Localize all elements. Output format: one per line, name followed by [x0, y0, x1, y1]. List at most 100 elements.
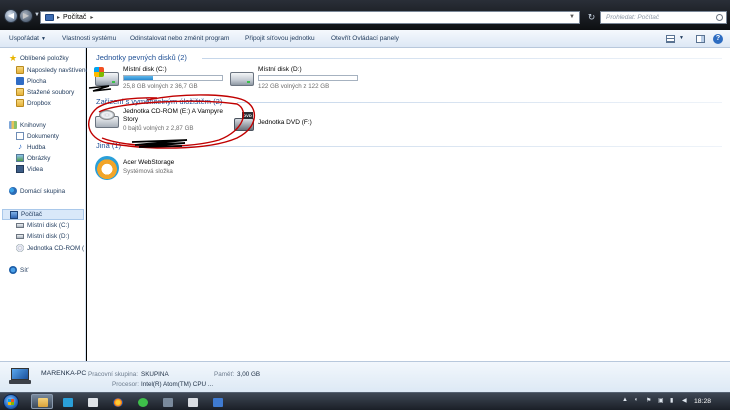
- content-pane: Jednotky pevných disků (2) Místní disk (…: [87, 48, 730, 361]
- computer-icon: [10, 210, 18, 219]
- monitor-base: [9, 380, 31, 384]
- refresh-icon[interactable]: ↻: [584, 11, 599, 24]
- taskbar-explorer-button[interactable]: [31, 394, 53, 409]
- memory-value: 3,00 GB: [237, 371, 261, 378]
- sidebar-item-downloads[interactable]: Stažené soubory: [16, 88, 74, 96]
- uninstall-program-button[interactable]: Odinstalovat nebo změnit program: [130, 35, 229, 42]
- search-placeholder: Prohledat: Počítač: [606, 14, 660, 21]
- sidebar-item-computer[interactable]: Počítač: [2, 209, 84, 220]
- sidebar-item-label: Plocha: [27, 77, 47, 85]
- address-bar: ◀ ▶ ▼ ▸ Počítač ▸ ▼ ↻ Prohledat: Počítač: [0, 0, 730, 30]
- sidebar-item-network[interactable]: Síť: [9, 266, 28, 274]
- sidebar-item-label: Místní disk (D:): [27, 233, 70, 240]
- taskbar-app-button[interactable]: [206, 394, 228, 409]
- sidebar-item-cdrom[interactable]: Jednotka CD-ROM (: [16, 244, 84, 252]
- sidebar-item-favorites[interactable]: ★ Oblíbené položky: [9, 53, 69, 63]
- computer-icon: [9, 368, 31, 384]
- sidebar-item-libraries[interactable]: Knihovny: [9, 121, 46, 129]
- device-icon[interactable]: ▣: [658, 397, 664, 404]
- sidebar-item-label: Domácí skupina: [20, 187, 66, 195]
- forward-button[interactable]: ▶: [19, 9, 33, 23]
- libraries-icon: [9, 121, 17, 129]
- taskbar-app-button[interactable]: [181, 394, 203, 409]
- sidebar-item-music[interactable]: ♪ Hudba: [16, 143, 46, 151]
- speaker-icon[interactable]: ◀: [682, 397, 687, 404]
- chat-icon: [138, 398, 148, 407]
- calculator-icon: [88, 398, 98, 407]
- star-icon: ★: [9, 53, 18, 63]
- organize-label: Uspořádat: [9, 35, 39, 42]
- dropbox-folder-icon: [16, 99, 24, 107]
- monitor-screen: [11, 368, 29, 380]
- videos-icon: [16, 165, 24, 173]
- cd-drive-icon: [16, 244, 24, 252]
- sidebar-item-local-disk-d[interactable]: Místní disk (D:): [16, 233, 69, 240]
- hard-drive-icon: [16, 234, 24, 239]
- desktop-icon: [16, 77, 24, 85]
- clock[interactable]: 18:28: [694, 398, 711, 405]
- search-input[interactable]: Prohledat: Počítač: [600, 11, 727, 24]
- workgroup-value: SKUPINA: [141, 371, 169, 378]
- chevron-right-icon[interactable]: ▸: [90, 14, 93, 21]
- sidebar-item-homegroup[interactable]: Domácí skupina: [9, 187, 65, 195]
- document-icon: [188, 398, 198, 407]
- folder-icon: [38, 398, 48, 407]
- address-dropdown-icon[interactable]: ▼: [569, 14, 575, 20]
- address-field[interactable]: ▸ Počítač ▸ ▼: [40, 11, 580, 24]
- browser-icon: [113, 398, 123, 407]
- sidebar-item-local-disk-c[interactable]: Místní disk (C:): [16, 222, 69, 229]
- sidebar-item-label: Dokumenty: [27, 132, 59, 140]
- command-bar: Uspořádat ▼ Vlastnosti systému Odinstalov…: [0, 30, 730, 48]
- taskbar-app-button[interactable]: [131, 394, 153, 409]
- sidebar-item-label: Videa: [27, 165, 43, 173]
- black-scribble-annotation: [88, 85, 112, 92]
- chevron-right-icon[interactable]: ▸: [57, 14, 60, 21]
- sidebar-item-dropbox[interactable]: Dropbox: [16, 99, 51, 107]
- sidebar-item-label: Stažené soubory: [27, 88, 75, 96]
- memory-label: Paměť:: [214, 371, 235, 378]
- breadcrumb-computer[interactable]: Počítač: [63, 14, 86, 21]
- sidebar-item-pictures[interactable]: Obrázky: [16, 154, 50, 162]
- organize-button[interactable]: Uspořádat ▼: [9, 35, 46, 42]
- sidebar-item-label: Oblíbené položky: [20, 54, 69, 62]
- show-hidden-icons-icon[interactable]: ▲: [622, 397, 628, 403]
- network-icon: [9, 266, 17, 274]
- taskbar-app-button[interactable]: [56, 394, 78, 409]
- action-center-flag-icon[interactable]: ⚑: [646, 397, 651, 404]
- volume-icon[interactable]: ◖: [634, 397, 638, 403]
- preview-pane-icon[interactable]: [696, 35, 705, 43]
- taskbar-app-button[interactable]: [106, 394, 128, 409]
- computer-name: MARENKA-PC: [41, 370, 87, 377]
- sidebar-item-label: Síť: [20, 266, 29, 274]
- sidebar-item-label: Počítač: [21, 211, 42, 218]
- taskbar-app-button[interactable]: [156, 394, 178, 409]
- sidebar-item-label: Hudba: [27, 143, 46, 151]
- app-icon: [213, 398, 223, 407]
- map-network-drive-button[interactable]: Připojit síťovou jednotku: [245, 35, 315, 42]
- sidebar-item-documents[interactable]: Dokumenty: [16, 132, 59, 140]
- network-signal-icon[interactable]: ▮: [670, 397, 673, 404]
- homegroup-icon: [9, 187, 17, 195]
- sidebar-item-label: Obrázky: [27, 154, 51, 162]
- taskbar-app-button[interactable]: [81, 394, 103, 409]
- system-properties-button[interactable]: Vlastnosti systému: [62, 35, 116, 42]
- search-icon[interactable]: [716, 14, 723, 21]
- app-icon: [63, 398, 73, 407]
- processor-label: Procesor:: [112, 381, 139, 388]
- change-view-icon[interactable]: [666, 35, 675, 43]
- chevron-down-icon: ▼: [41, 36, 46, 42]
- sidebar-item-label: Místní disk (C:): [27, 222, 70, 229]
- sidebar-item-videos[interactable]: Videa: [16, 165, 43, 173]
- start-button[interactable]: [3, 394, 19, 410]
- open-control-panel-button[interactable]: Otevřít Ovládací panely: [331, 35, 399, 42]
- sidebar-item-label: Jednotka CD-ROM (: [27, 244, 85, 252]
- sidebar-item-desktop[interactable]: Plocha: [16, 77, 46, 85]
- processor-value: Intel(R) Atom(TM) CPU ...: [141, 381, 214, 388]
- back-button[interactable]: ◀: [4, 9, 18, 23]
- recent-places-icon: [16, 66, 24, 74]
- sidebar-item-recent[interactable]: Naposledy navštívené: [16, 66, 89, 74]
- hand-drawn-annotation: [88, 85, 256, 149]
- hard-drive-icon: [16, 223, 24, 228]
- view-options-dropdown-icon[interactable]: ▼: [679, 35, 684, 41]
- help-icon[interactable]: ?: [713, 34, 723, 44]
